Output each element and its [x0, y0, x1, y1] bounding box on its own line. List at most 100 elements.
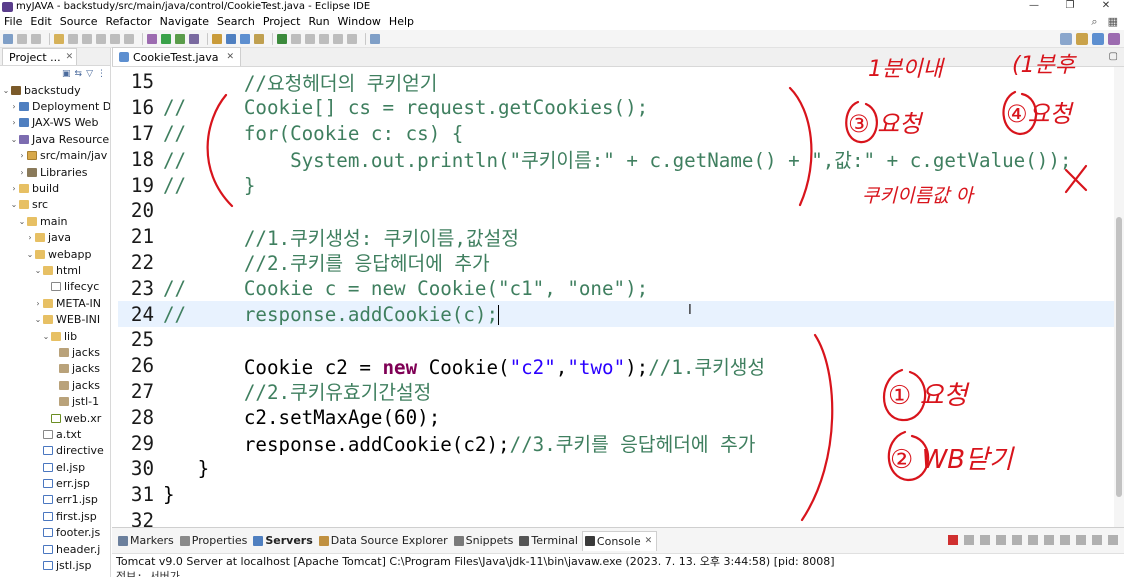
code-line[interactable]: 30 }	[118, 456, 1118, 482]
tree-item[interactable]: jacks	[0, 361, 110, 377]
close-icon[interactable]: ✕	[645, 536, 653, 546]
terminate-icon[interactable]	[124, 33, 134, 44]
tree-item[interactable]: ⌄ webapp	[0, 246, 110, 262]
menu-file[interactable]: File	[0, 15, 26, 28]
search-icon[interactable]: ⌕	[1091, 15, 1097, 29]
new-java-project-icon[interactable]	[212, 33, 222, 44]
menu-project[interactable]: Project	[259, 15, 305, 28]
code-line[interactable]: 24 // response.addCookie(c);	[118, 301, 1118, 327]
tree-item[interactable]: a.txt	[0, 426, 110, 442]
skip-breakpoints-icon[interactable]	[82, 33, 92, 44]
expanded-chevron-icon[interactable]: ⌄	[34, 266, 42, 275]
tree-item[interactable]: ⌄ Java Resource	[0, 131, 110, 147]
display-console-icon[interactable]	[1060, 535, 1070, 545]
tree-item[interactable]: ⌄ lib	[0, 328, 110, 344]
tree-item[interactable]: ⌄ main	[0, 213, 110, 229]
menu-refactor[interactable]: Refactor	[102, 15, 156, 28]
new-icon[interactable]	[3, 33, 13, 44]
tree-item[interactable]: header.j	[0, 541, 110, 557]
code-line[interactable]: 16 // Cookie[] cs = request.getCookies();	[118, 95, 1118, 121]
tab-snippets[interactable]: Snippets	[452, 531, 518, 551]
expanded-chevron-icon[interactable]: ⌄	[2, 86, 10, 95]
maximize-icon[interactable]	[1108, 535, 1118, 545]
java-ee-perspective-icon[interactable]	[1076, 33, 1088, 45]
menu-run[interactable]: Run	[304, 15, 333, 28]
code-line[interactable]: 22 //2.쿠키를 응답헤더에 추가	[118, 250, 1118, 276]
pin-editor-icon[interactable]	[370, 33, 380, 44]
minimize-icon[interactable]	[1092, 535, 1102, 545]
prev-annotation-icon[interactable]	[319, 33, 329, 44]
tree-item[interactable]: first.jsp	[0, 508, 110, 524]
debug-perspective-icon[interactable]	[1108, 33, 1120, 45]
code-line[interactable]: 19 // }	[118, 172, 1118, 198]
tree-item[interactable]: lifecyc	[0, 279, 110, 295]
tab-terminal[interactable]: Terminal	[517, 531, 582, 551]
debug-icon[interactable]	[147, 33, 157, 44]
back-icon[interactable]	[333, 33, 343, 44]
collapsed-chevron-icon[interactable]: ›	[10, 102, 18, 111]
new-package-icon[interactable]	[226, 33, 236, 44]
tree-item[interactable]: › Deployment D	[0, 98, 110, 114]
open-console-icon[interactable]	[1076, 535, 1086, 545]
expanded-chevron-icon[interactable]: ⌄	[10, 135, 18, 144]
tree-item[interactable]: web.xr	[0, 410, 110, 426]
clear-console-icon[interactable]	[996, 535, 1006, 545]
maximize-icon[interactable]: ▢	[1109, 51, 1118, 62]
save-icon[interactable]	[17, 33, 27, 44]
tab-console[interactable]: Console ✕	[581, 530, 658, 551]
expanded-chevron-icon[interactable]: ⌄	[18, 217, 26, 226]
close-button[interactable]: ✕	[1088, 0, 1124, 11]
search-toolbar-icon[interactable]	[277, 33, 287, 44]
collapsed-chevron-icon[interactable]: ›	[18, 151, 26, 160]
tree-item[interactable]: footer.js	[0, 525, 110, 541]
menu-help[interactable]: Help	[385, 15, 418, 28]
restore-button[interactable]: ❐	[1052, 0, 1088, 11]
new-class-icon[interactable]	[240, 33, 250, 44]
collapsed-chevron-icon[interactable]: ›	[10, 184, 18, 193]
menu-edit[interactable]: Edit	[26, 15, 55, 28]
code-line[interactable]: 25	[118, 327, 1118, 353]
code-line[interactable]: 32	[118, 508, 1118, 527]
editor-tab-cookietest[interactable]: CookieTest.java ✕	[112, 47, 242, 66]
tree-item[interactable]: jacks	[0, 377, 110, 393]
link-editor-icon[interactable]: ⇆	[75, 69, 83, 79]
collapsed-chevron-icon[interactable]: ›	[10, 118, 18, 127]
next-annotation-icon[interactable]	[305, 33, 315, 44]
code-line[interactable]: 15 //요청헤더의 쿠키얻기	[118, 69, 1118, 95]
expanded-chevron-icon[interactable]: ⌄	[26, 250, 34, 259]
tree-item[interactable]: err1.jsp	[0, 492, 110, 508]
resume-icon[interactable]	[96, 33, 106, 44]
collapsed-chevron-icon[interactable]: ›	[18, 168, 26, 177]
open-perspective-icon[interactable]	[1060, 33, 1072, 45]
expanded-chevron-icon[interactable]: ⌄	[34, 315, 42, 324]
menu-source[interactable]: Source	[56, 15, 102, 28]
menu-window[interactable]: Window	[334, 15, 385, 28]
tree-item[interactable]: jstl-1	[0, 393, 110, 409]
pin-console-icon[interactable]	[1044, 535, 1054, 545]
expanded-chevron-icon[interactable]: ⌄	[42, 332, 50, 341]
project-explorer-tab[interactable]: Project ... ✕	[2, 48, 78, 65]
tree-item[interactable]: ⌄ html	[0, 262, 110, 278]
code-line[interactable]: 26 Cookie c2 = new Cookie("c2","two");//…	[118, 353, 1118, 379]
close-icon[interactable]: ✕	[227, 52, 235, 62]
tree-item[interactable]: jacks	[0, 344, 110, 360]
code-line[interactable]: 23 // Cookie c = new Cookie("c1", "one");	[118, 275, 1118, 301]
terminate-icon[interactable]	[948, 535, 958, 545]
code-line[interactable]: 29 response.addCookie(c2);//3.쿠키를 응답헤더에 …	[118, 430, 1118, 457]
code-line[interactable]: 28 c2.setMaxAge(60);	[118, 404, 1118, 430]
editor-vertical-scrollbar[interactable]	[1114, 67, 1124, 527]
tree-item[interactable]: ⌄ backstudy	[0, 82, 110, 98]
annotation-icon[interactable]	[291, 33, 301, 44]
tree-item[interactable]: › build	[0, 180, 110, 196]
tab-properties[interactable]: Properties	[178, 531, 252, 551]
close-icon[interactable]: ✕	[66, 52, 74, 62]
remove-launch-icon[interactable]	[964, 535, 974, 545]
code-line[interactable]: 20	[118, 198, 1118, 224]
code-line[interactable]: 21 //1.쿠키생성: 쿠키이름,값설정	[118, 224, 1118, 250]
tree-item[interactable]: ⌄ src	[0, 197, 110, 213]
menu-navigate[interactable]: Navigate	[156, 15, 213, 28]
external-tools-icon[interactable]	[189, 33, 199, 44]
run-icon[interactable]	[161, 33, 171, 44]
collapsed-chevron-icon[interactable]: ›	[34, 299, 42, 308]
tab-servers[interactable]: Servers	[251, 531, 316, 551]
